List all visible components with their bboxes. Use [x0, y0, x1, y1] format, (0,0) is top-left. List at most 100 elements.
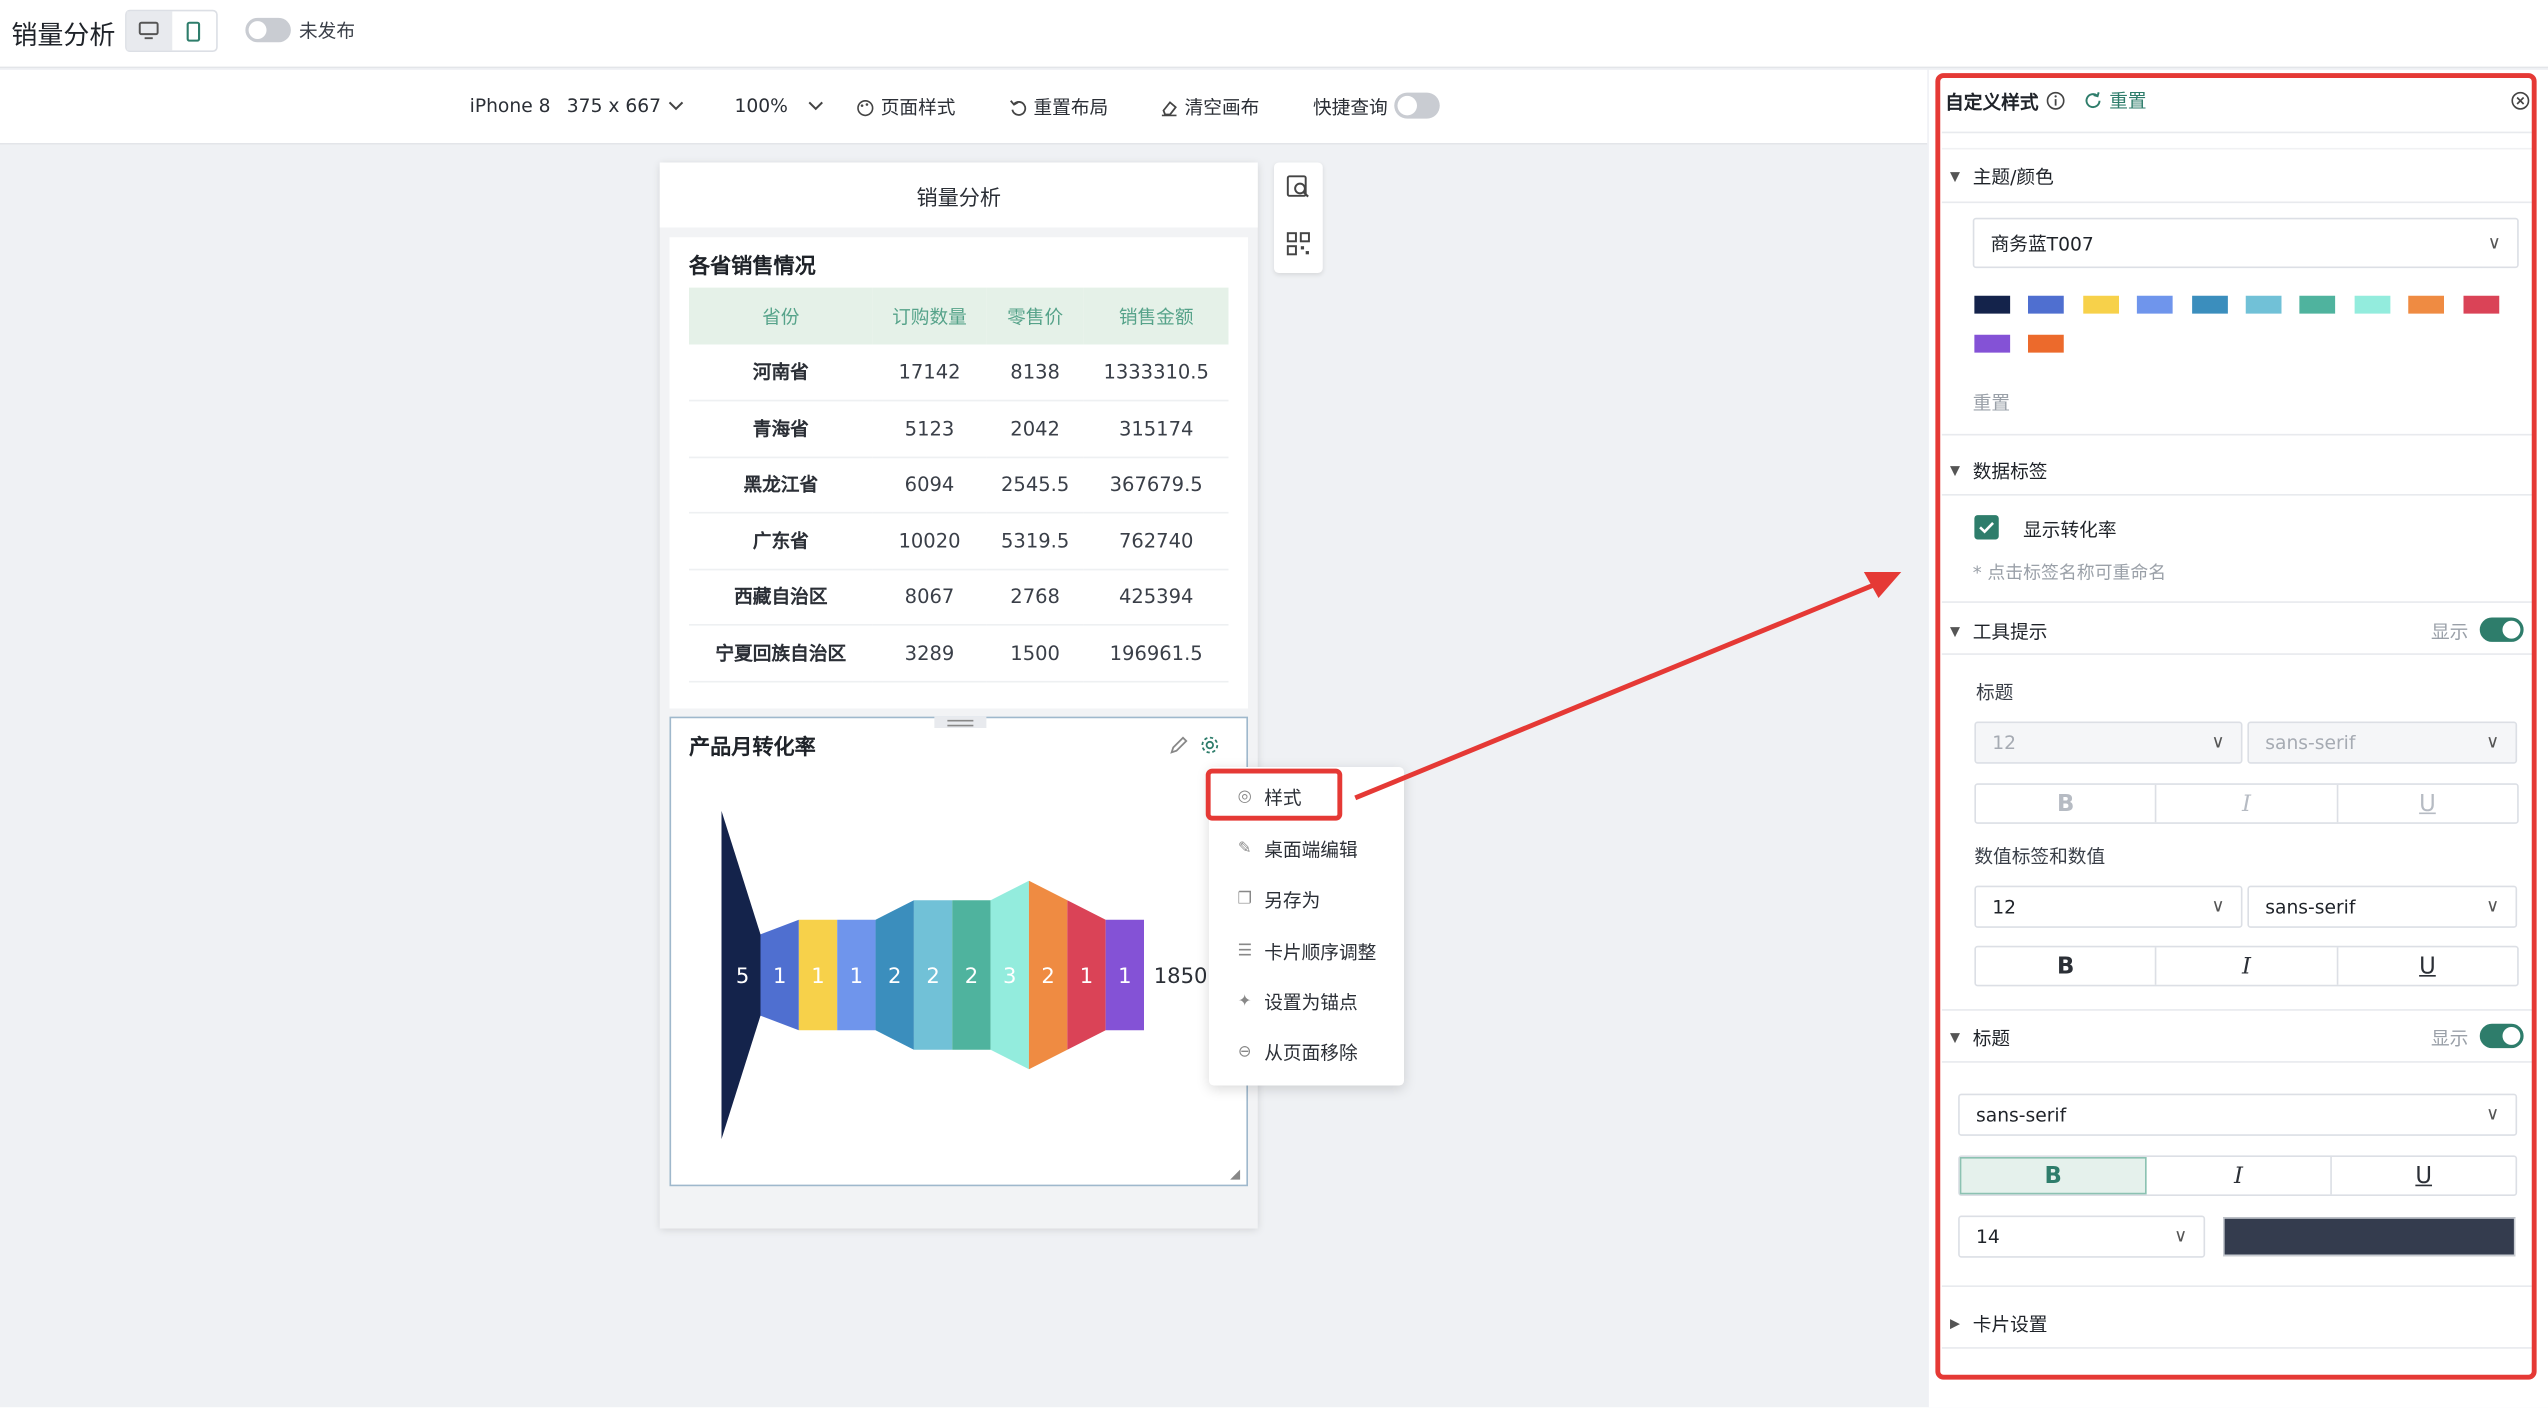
column-header: 零售价: [986, 287, 1084, 345]
reset-layout-button[interactable]: 重置布局: [1009, 94, 1108, 120]
menu-item-reorder[interactable]: ☰ 卡片顺序调整: [1209, 926, 1404, 976]
mobile-icon: [187, 20, 201, 41]
funnel-data-label: 2: [1041, 963, 1054, 988]
desktop-icon: [139, 21, 160, 40]
table-cell: 1500: [986, 624, 1084, 682]
page-style-label: 页面样式: [880, 95, 956, 119]
funnel-card-title: 产品月转化率: [689, 736, 816, 761]
table-cell: 2042: [986, 400, 1084, 458]
table-cell: 青海省: [689, 400, 873, 458]
table-cell: 河南省: [689, 344, 873, 402]
pin-icon: ✦: [1237, 992, 1252, 1011]
resize-handle[interactable]: ◢: [1230, 1167, 1240, 1182]
funnel-data-label: 1: [1080, 963, 1093, 988]
menu-item-label: 从页面移除: [1264, 1040, 1358, 1064]
table-cell: 1333310.5: [1083, 344, 1229, 402]
menu-item-label: 另存为: [1264, 888, 1321, 911]
funnel-data-label: 3: [1003, 963, 1016, 988]
table-cell: 315174: [1083, 400, 1229, 458]
eraser-icon: [1161, 100, 1177, 116]
gear-icon[interactable]: [1199, 734, 1220, 755]
table-header-row: 省份 订购数量 零售价 销售金额: [689, 287, 1229, 345]
canvas-side-tools: [1274, 162, 1323, 273]
table-cell: 5123: [872, 400, 987, 458]
column-header: 销售金额: [1083, 287, 1229, 345]
device-resolution: 375 x 667: [566, 94, 662, 117]
table-row: 广东省 10020 5319.5 762740: [689, 512, 1229, 570]
table-row: 河南省 17142 8138 1333310.5: [689, 344, 1229, 402]
desktop-view-button[interactable]: [126, 11, 172, 51]
reset-layout-label: 重置布局: [1033, 95, 1109, 119]
table-row: 黑龙江省 6094 2545.5 367679.5: [689, 456, 1229, 514]
table-row: 青海省 5123 2042 315174: [689, 400, 1229, 458]
card-tools: [1168, 730, 1236, 759]
table-cell: 10020: [872, 512, 987, 570]
phone-canvas: 销量分析 各省销售情况 省份 订购数量 零售价 销售金额 河南省 17142 8…: [659, 162, 1258, 1229]
device-selector[interactable]: iPhone 8 375 x 667: [470, 94, 684, 117]
qrcode-icon[interactable]: [1285, 231, 1311, 257]
funnel-data-label: 1: [850, 963, 863, 988]
phone-page-title: 销量分析: [659, 162, 1258, 228]
device-name: iPhone 8: [469, 94, 551, 117]
table-cell: 8067: [872, 568, 987, 626]
publish-toggle[interactable]: [245, 17, 291, 43]
funnel-data-label: 2: [888, 963, 901, 988]
clear-canvas-button[interactable]: 清空画布: [1160, 94, 1259, 120]
mobile-view-button[interactable]: [171, 11, 216, 50]
page-style-button[interactable]: 页面样式: [856, 94, 956, 120]
funnel-data-label: 1: [1118, 963, 1131, 988]
column-header: 省份: [689, 287, 873, 345]
chevron-down-icon: [808, 100, 823, 110]
funnel-chart: 5 1 1 1 2 2 2 3 2 1 1 1850: [721, 810, 1208, 1140]
funnel-data-label: 1: [811, 963, 824, 988]
palette-icon: [857, 99, 874, 116]
table-row: 宁夏回族自治区 3289 1500 196961.5: [689, 624, 1229, 682]
edit-icon: ✎: [1237, 840, 1252, 858]
table-card-title: 各省销售情况: [689, 255, 816, 280]
menu-item-set-anchor[interactable]: ✦ 设置为锚点: [1209, 977, 1404, 1027]
highlight-box: [1935, 73, 2537, 1380]
funnel-data-label: 5: [736, 963, 749, 988]
app-title: 销量分析: [11, 19, 116, 51]
chevron-down-icon: [668, 100, 683, 110]
menu-item-remove[interactable]: ⊖ 从页面移除: [1209, 1027, 1404, 1077]
table-cell: 2545.5: [986, 456, 1084, 514]
zoom-selector[interactable]: 100%: [735, 94, 824, 117]
sort-icon: ☰: [1237, 942, 1253, 961]
zoom-value: 100%: [734, 94, 788, 117]
top-bar: 销量分析 未发布: [0, 0, 2548, 69]
funnel-card[interactable]: 产品月转化率 5 1 1 1 2 2 2 3 2 1 1 1850 ◢: [669, 716, 1248, 1187]
table-cell: 6094: [872, 456, 987, 514]
publish-status: 未发布: [299, 19, 356, 43]
table-card[interactable]: 各省销售情况 省份 订购数量 零售价 销售金额 河南省 17142 8138 1…: [669, 237, 1248, 709]
table-cell: 黑龙江省: [689, 456, 873, 514]
table-cell: 8138: [986, 344, 1084, 402]
view-toggle: [125, 9, 218, 52]
drag-handle[interactable]: [934, 716, 987, 728]
menu-item-save-as[interactable]: ❐ 另存为: [1209, 874, 1404, 924]
menu-item-desktop-edit[interactable]: ✎ 桌面端编辑: [1209, 824, 1404, 874]
menu-item-label: 卡片顺序调整: [1264, 940, 1377, 963]
table-cell: 3289: [872, 624, 987, 682]
undo-icon: [1010, 99, 1027, 115]
table-cell: 宁夏回族自治区: [689, 624, 873, 682]
edit-icon[interactable]: [1168, 734, 1189, 755]
quick-query-toggle[interactable]: [1394, 92, 1440, 119]
funnel-data-label: 2: [965, 963, 978, 988]
funnel-data-label: 1850: [1154, 963, 1208, 988]
menu-item-label: 设置为锚点: [1264, 990, 1358, 1014]
quick-query-label: 快捷查询: [1313, 95, 1388, 119]
table-cell: 762740: [1083, 512, 1229, 570]
column-header: 订购数量: [872, 287, 987, 345]
funnel-data-label: 1: [773, 963, 786, 988]
canvas-toolbar: iPhone 8 375 x 667 100% 页面样式 重置布局 清空画布 快…: [0, 69, 1928, 145]
copy-icon: ❐: [1237, 890, 1253, 909]
table-cell: 367679.5: [1083, 456, 1229, 514]
highlight-box: [1205, 768, 1343, 821]
table-cell: 17142: [872, 344, 987, 402]
table-cell: 425394: [1083, 568, 1229, 626]
clear-canvas-label: 清空画布: [1184, 95, 1260, 119]
funnel-data-label: 2: [926, 963, 939, 988]
table-cell: 广东省: [689, 512, 873, 570]
preview-search-icon[interactable]: [1285, 174, 1311, 200]
